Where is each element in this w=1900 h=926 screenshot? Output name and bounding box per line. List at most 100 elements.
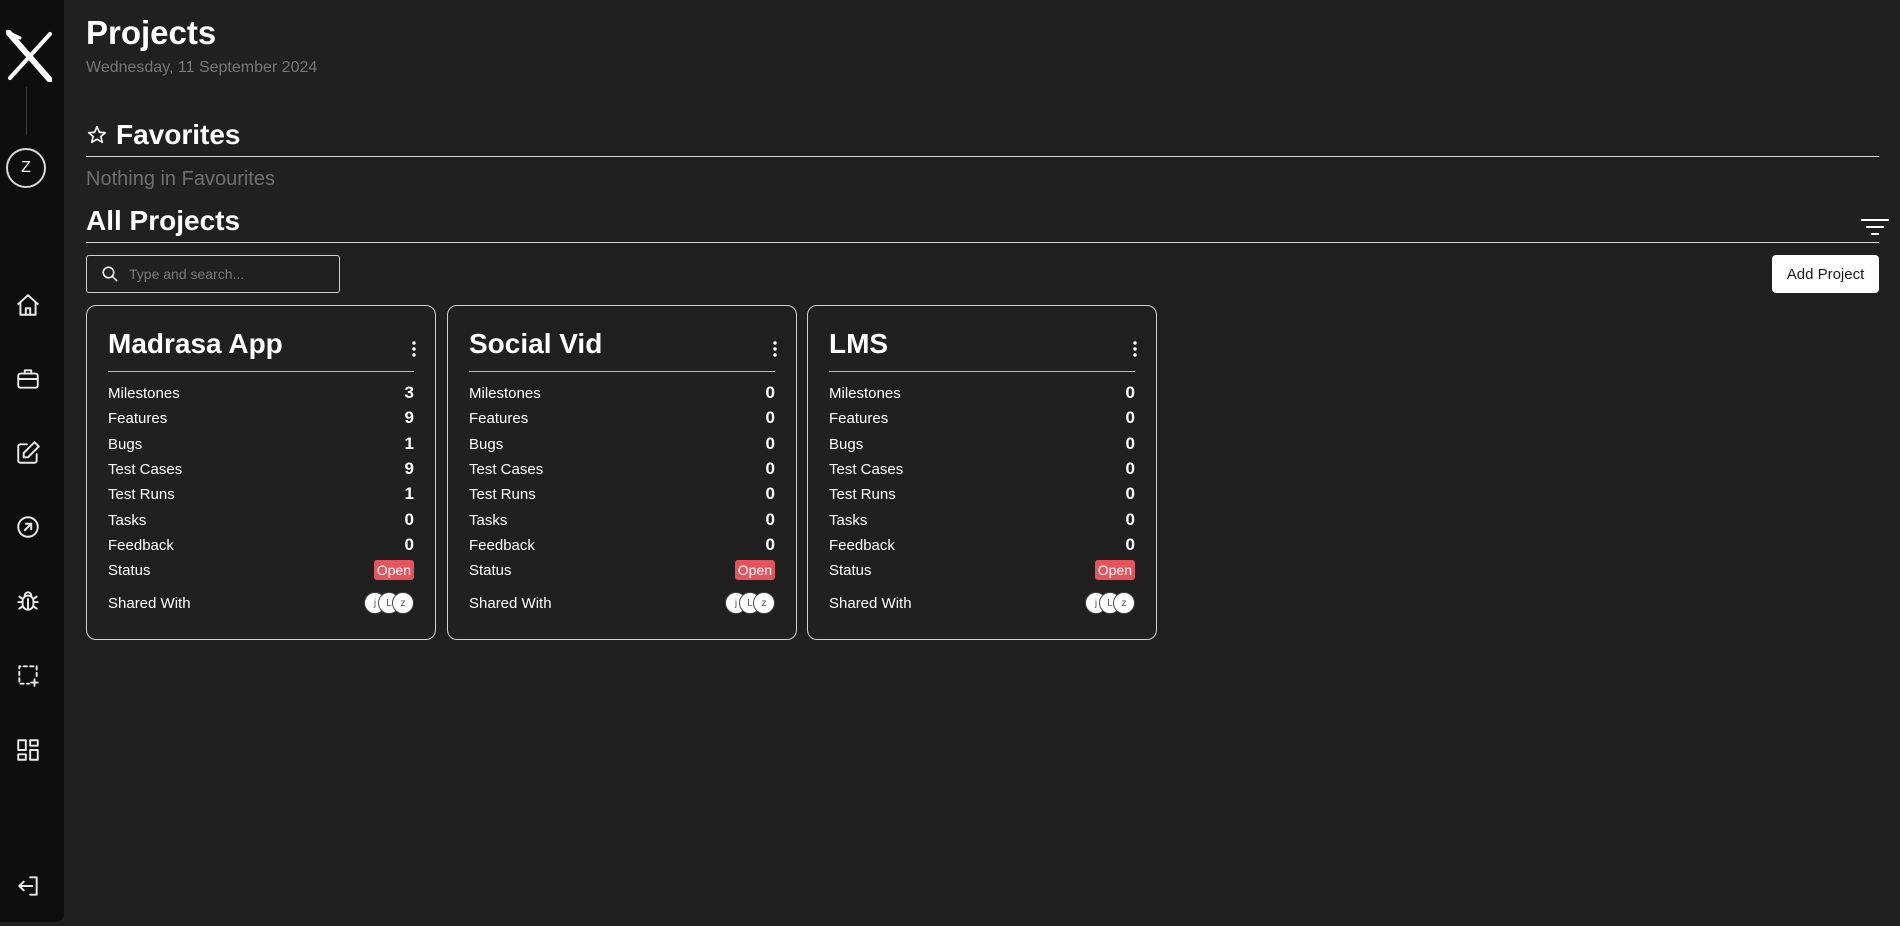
briefcase-icon[interactable] xyxy=(12,363,44,395)
stat-value: 0 xyxy=(1125,510,1135,529)
avatar[interactable]: z xyxy=(392,592,414,614)
stat-features: Features 9 xyxy=(108,407,414,429)
search-input[interactable] xyxy=(127,265,331,283)
avatar[interactable]: z xyxy=(1113,592,1135,614)
more-options-icon[interactable] xyxy=(772,340,778,358)
stat-tasks: Tasks 0 xyxy=(108,509,414,531)
search-box[interactable] xyxy=(86,255,340,293)
favorites-header: Favorites xyxy=(86,119,241,151)
stat-label: Shared With xyxy=(829,594,912,612)
stat-label: Bugs xyxy=(108,435,143,453)
logout-icon[interactable] xyxy=(12,870,44,902)
all-projects-title: All Projects xyxy=(86,205,241,236)
sidebar-divider xyxy=(26,87,27,135)
stat-value: 0 xyxy=(1125,434,1135,453)
stat-features: Features 0 xyxy=(829,407,1135,429)
card-divider xyxy=(108,371,414,372)
stat-test-cases: Test Cases 9 xyxy=(108,458,414,480)
project-card[interactable]: Social Vid Milestones 0 Features 0 Bugs 0 T… xyxy=(447,305,797,640)
shared-avatars[interactable]: j L z xyxy=(1085,592,1135,614)
stat-label: Features xyxy=(108,409,168,427)
stat-value: 9 xyxy=(404,408,414,427)
page-title: Projects xyxy=(86,14,217,51)
stat-bugs: Bugs 0 xyxy=(469,433,775,455)
stat-value: 0 xyxy=(765,383,775,402)
more-options-icon[interactable] xyxy=(1132,340,1138,358)
more-options-icon[interactable] xyxy=(411,340,417,358)
stat-value: 0 xyxy=(1125,535,1135,554)
stat-label: Shared With xyxy=(108,594,191,612)
stat-label: Status xyxy=(829,561,872,579)
stat-label: Feedback xyxy=(469,536,535,554)
status-badge: Open xyxy=(734,560,775,580)
stat-features: Features 0 xyxy=(469,407,775,429)
stat-test-cases: Test Cases 0 xyxy=(829,458,1135,480)
arrow-circle-icon[interactable] xyxy=(12,511,44,543)
stat-milestones: Milestones 0 xyxy=(469,382,775,404)
stat-feedback: Feedback 0 xyxy=(829,534,1135,556)
star-icon[interactable] xyxy=(86,124,108,146)
stat-label: Bugs xyxy=(829,435,864,453)
status-badge: Open xyxy=(373,560,414,580)
stat-value: 0 xyxy=(765,408,775,427)
stat-value: 0 xyxy=(765,510,775,529)
stat-bugs: Bugs 0 xyxy=(829,433,1135,455)
home-icon[interactable] xyxy=(12,289,44,321)
stat-label: Feedback xyxy=(829,536,895,554)
stat-value: 0 xyxy=(1125,484,1135,503)
dashboard-icon[interactable] xyxy=(12,734,44,766)
filter-icon[interactable] xyxy=(1860,216,1890,240)
project-card[interactable]: Madrasa App Milestones 3 Features 9 Bugs 1 … xyxy=(86,305,436,640)
stat-label: Bugs xyxy=(469,435,504,453)
stat-value: 0 xyxy=(765,484,775,503)
stat-test-runs: Test Runs 0 xyxy=(469,483,775,505)
stat-shared-with: Shared With j L z xyxy=(469,592,775,614)
add-project-button[interactable]: Add Project xyxy=(1772,255,1879,293)
stat-value: 1 xyxy=(404,484,414,503)
stat-test-runs: Test Runs 1 xyxy=(108,483,414,505)
stat-label: Milestones xyxy=(829,384,901,402)
stat-value: 3 xyxy=(404,383,414,402)
stat-value: 0 xyxy=(765,535,775,554)
project-card[interactable]: LMS Milestones 0 Features 0 Bugs 0 Test Cas… xyxy=(807,305,1157,640)
stat-value: 0 xyxy=(765,459,775,478)
favorites-empty-text: Nothing in Favourites xyxy=(86,168,275,190)
project-name: LMS xyxy=(829,328,889,359)
stat-label: Status xyxy=(469,561,512,579)
favorites-divider xyxy=(86,156,1879,157)
stat-tasks: Tasks 0 xyxy=(829,509,1135,531)
selection-add-icon[interactable] xyxy=(12,659,44,691)
stat-shared-with: Shared With j L z xyxy=(829,592,1135,614)
stat-feedback: Feedback 0 xyxy=(108,534,414,556)
avatar[interactable]: z xyxy=(753,592,775,614)
stat-label: Test Runs xyxy=(469,485,536,503)
favorites-title: Favorites xyxy=(116,119,241,150)
stat-tasks: Tasks 0 xyxy=(469,509,775,531)
stat-label: Shared With xyxy=(469,594,552,612)
stat-label: Tasks xyxy=(108,511,147,529)
edit-icon[interactable] xyxy=(12,437,44,469)
stat-value: 0 xyxy=(404,535,414,554)
search-icon xyxy=(102,266,118,282)
stat-label: Status xyxy=(108,561,151,579)
stat-value: 0 xyxy=(1125,459,1135,478)
shared-avatars[interactable]: j L z xyxy=(364,592,414,614)
stat-bugs: Bugs 1 xyxy=(108,433,414,455)
stat-label: Milestones xyxy=(108,384,180,402)
stat-value: 0 xyxy=(1125,383,1135,402)
all-projects-header: All Projects xyxy=(86,205,240,237)
page-date: Wednesday, 11 September 2024 xyxy=(86,59,318,76)
stat-value: 0 xyxy=(404,510,414,529)
stat-value: 9 xyxy=(404,459,414,478)
x-logo[interactable] xyxy=(6,30,52,82)
stat-label: Milestones xyxy=(469,384,541,402)
user-avatar[interactable]: Z xyxy=(6,148,46,188)
bug-icon[interactable] xyxy=(12,585,44,617)
stat-label: Features xyxy=(469,409,529,427)
project-name: Madrasa App xyxy=(108,328,283,359)
stat-test-runs: Test Runs 0 xyxy=(829,483,1135,505)
stat-status: Status Open xyxy=(829,559,1135,581)
stat-feedback: Feedback 0 xyxy=(469,534,775,556)
stat-milestones: Milestones 3 xyxy=(108,382,414,404)
shared-avatars[interactable]: j L z xyxy=(725,592,775,614)
